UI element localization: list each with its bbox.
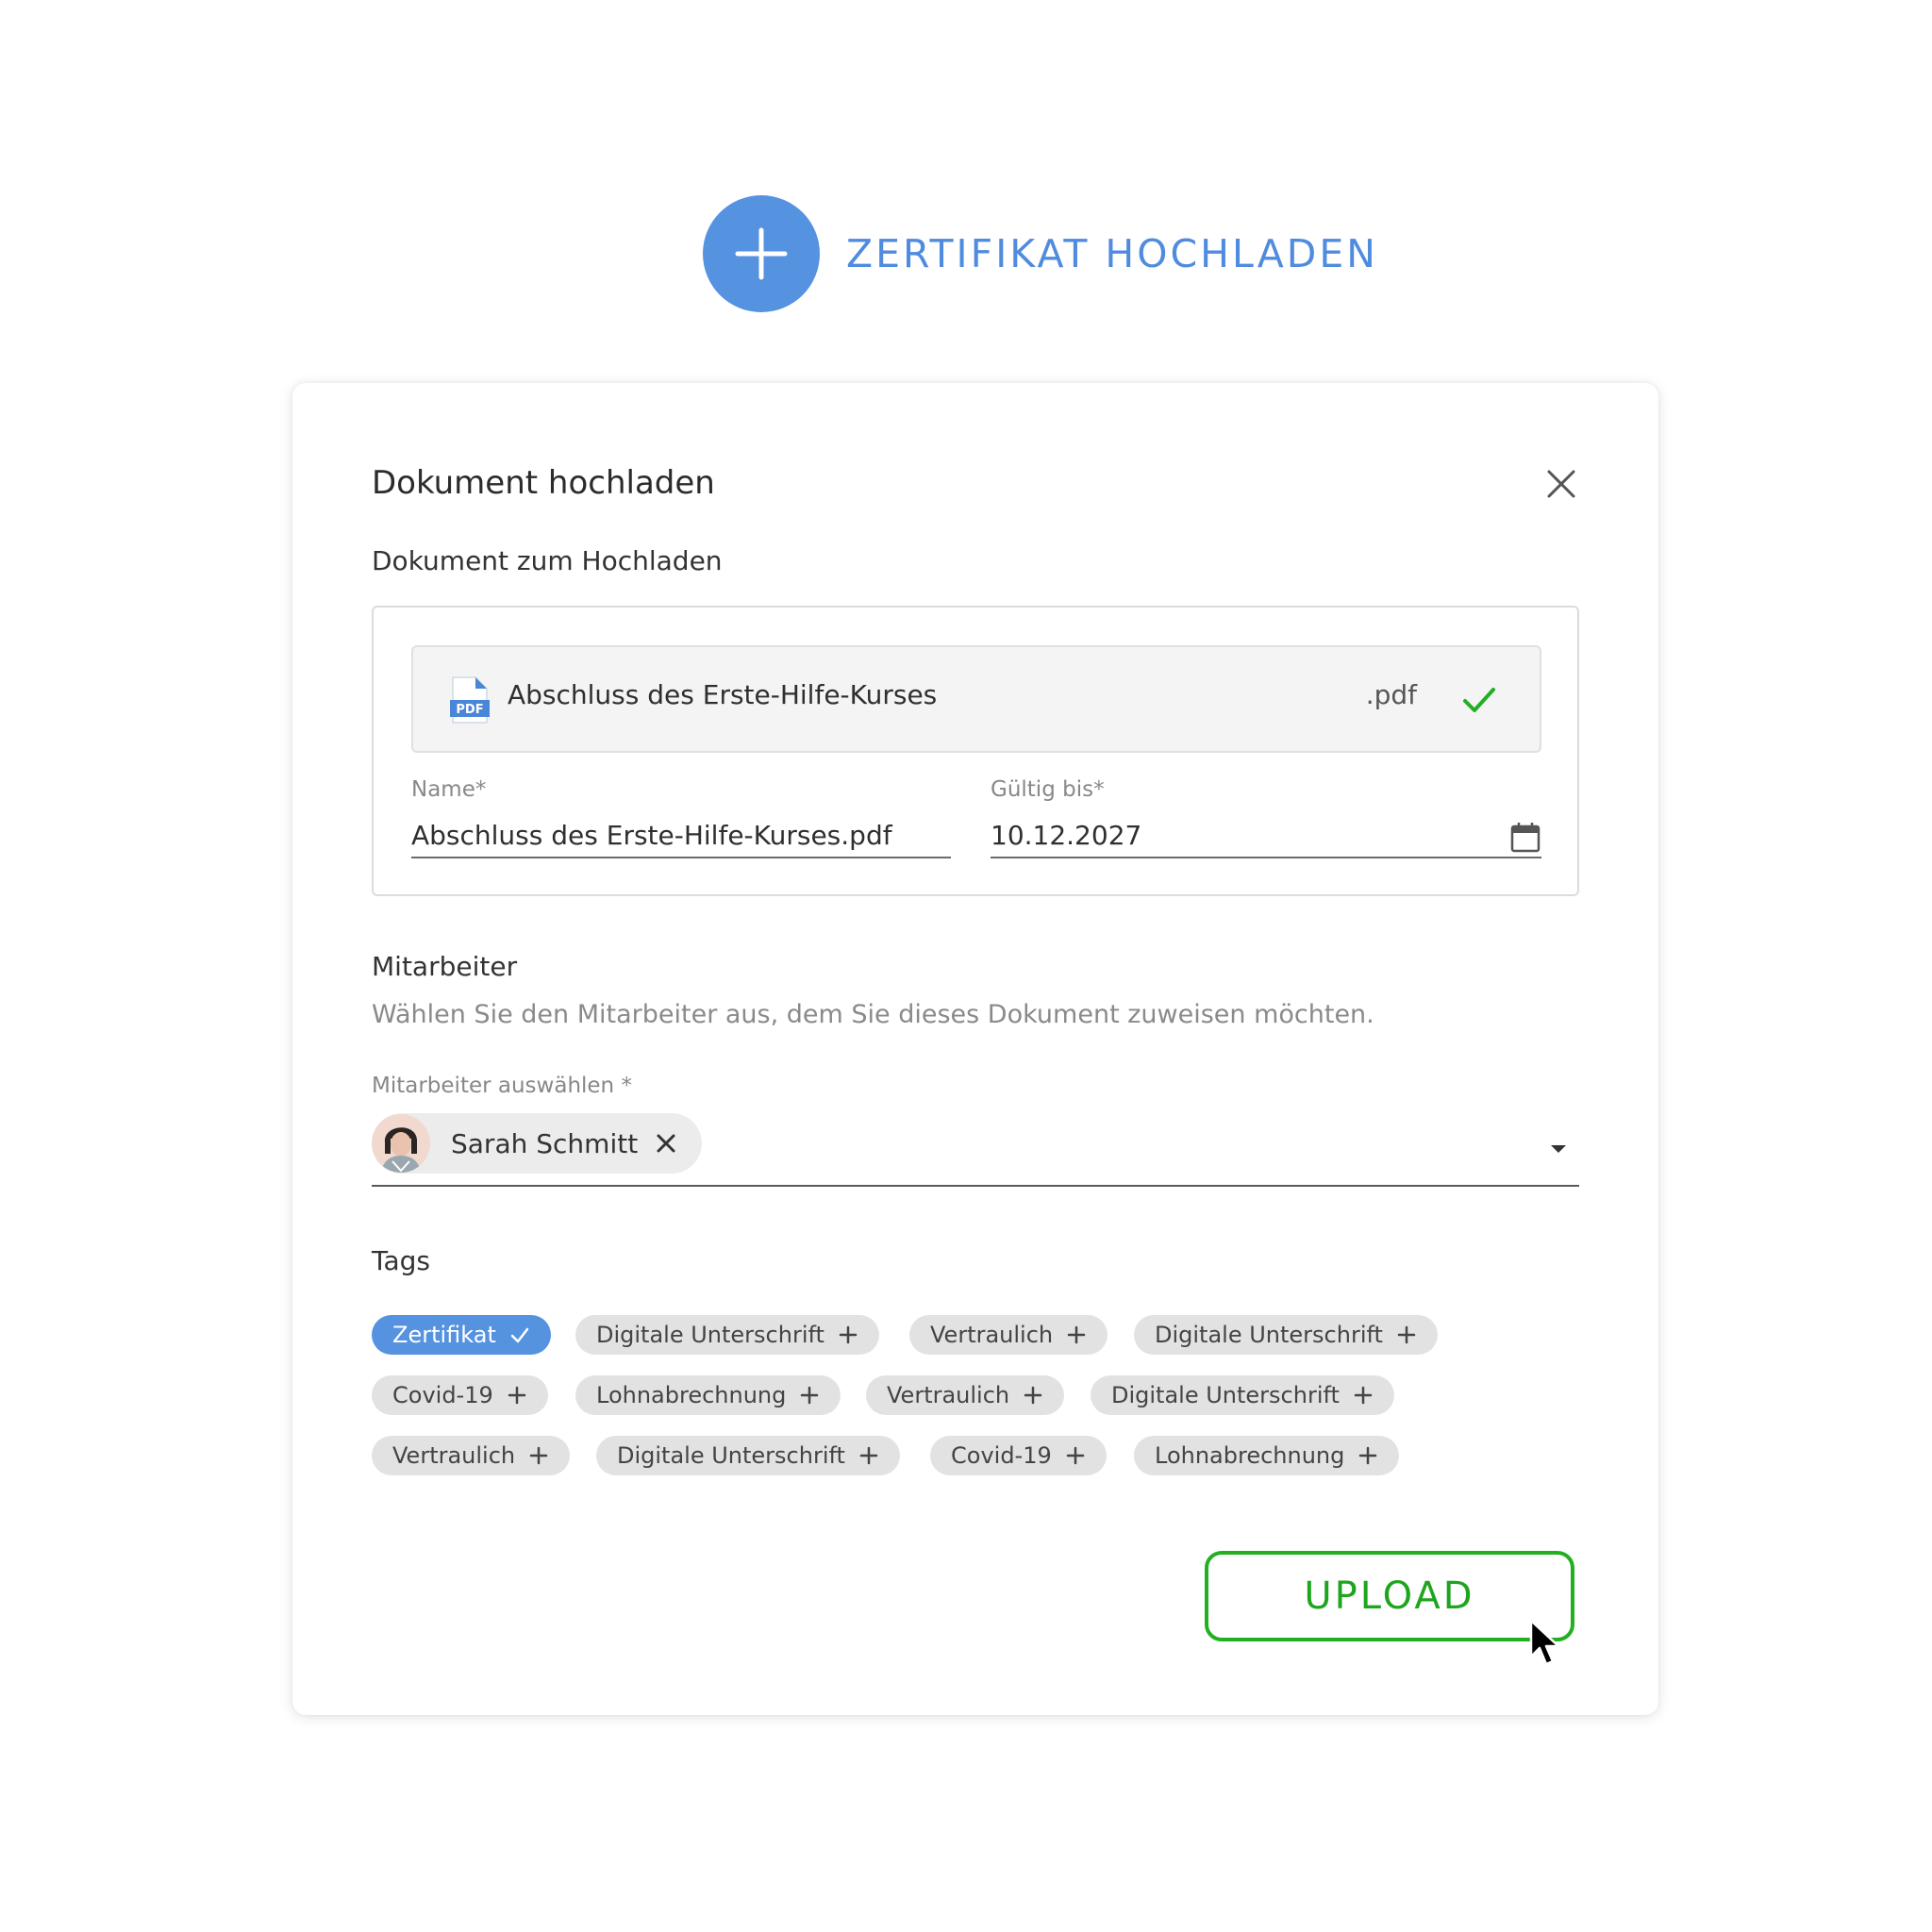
tag-item[interactable]: Digitale Unterschrift xyxy=(1134,1315,1438,1355)
tag-label: Digitale Unterschrift xyxy=(596,1322,824,1348)
plus-icon xyxy=(703,195,820,312)
dialog-title: Dokument hochladen xyxy=(372,464,715,502)
tag-item[interactable]: Digitale Unterschrift xyxy=(1091,1375,1394,1415)
valid-until-field: Gültig bis* xyxy=(991,777,1541,862)
valid-until-label: Gültig bis* xyxy=(991,777,1105,802)
upload-certificate-button[interactable]: ZERTIFIKAT HOCHLADEN xyxy=(703,195,1378,312)
file-name: Abschluss des Erste-Hilfe-Kurses xyxy=(508,679,938,710)
tag-item[interactable]: Covid-19 xyxy=(372,1375,548,1415)
plus-icon xyxy=(1067,1325,1086,1344)
tag-label: Lohnabrechnung xyxy=(596,1382,787,1408)
tag-label: Vertraulich xyxy=(887,1382,1010,1408)
tag-label: Covid-19 xyxy=(951,1442,1052,1469)
file-extension: .pdf xyxy=(1365,679,1417,710)
tag-item[interactable]: Vertraulich xyxy=(372,1436,571,1475)
employee-chip: Sarah Schmitt xyxy=(372,1113,703,1174)
tag-item[interactable]: Vertraulich xyxy=(866,1375,1065,1415)
plus-icon xyxy=(1359,1446,1377,1465)
uploaded-file-row: PDF Abschluss des Erste-Hilfe-Kurses .pd… xyxy=(411,645,1541,753)
upload-document-dialog: Dokument hochladen Dokument zum Hochlade… xyxy=(292,383,1658,1715)
tag-label: Digitale Unterschrift xyxy=(617,1442,845,1469)
employee-helper-text: Wählen Sie den Mitarbeiter aus, dem Sie … xyxy=(372,1000,1374,1029)
close-icon[interactable] xyxy=(1543,466,1579,502)
pdf-file-icon: PDF xyxy=(449,675,491,724)
tag-item[interactable]: Digitale Unterschrift xyxy=(596,1436,900,1475)
plus-icon xyxy=(529,1446,548,1465)
plus-icon xyxy=(1066,1446,1084,1465)
mouse-cursor-icon xyxy=(1528,1619,1566,1672)
tag-label: Digitale Unterschrift xyxy=(1155,1322,1383,1348)
tag-item[interactable]: Covid-19 xyxy=(930,1436,1107,1475)
tag-item[interactable]: Lohnabrechnung xyxy=(575,1375,841,1415)
tag-item[interactable]: Lohnabrechnung xyxy=(1134,1436,1400,1475)
tag-item[interactable]: Digitale Unterschrift xyxy=(575,1315,879,1355)
tag-label: Lohnabrechnung xyxy=(1155,1442,1345,1469)
name-field-label: Name* xyxy=(411,777,487,802)
valid-until-input[interactable] xyxy=(991,813,1541,858)
pdf-icon-text: PDF xyxy=(456,703,483,717)
document-upload-box: PDF Abschluss des Erste-Hilfe-Kurses .pd… xyxy=(372,606,1579,896)
plus-icon xyxy=(859,1446,878,1465)
tag-item[interactable]: Vertraulich xyxy=(909,1315,1108,1355)
plus-icon xyxy=(508,1386,525,1405)
check-icon xyxy=(510,1327,529,1343)
calendar-icon[interactable] xyxy=(1509,821,1541,853)
document-section-label: Dokument zum Hochladen xyxy=(372,545,723,576)
upload-certificate-label: ZERTIFIKAT HOCHLADEN xyxy=(846,231,1378,276)
plus-icon xyxy=(801,1386,819,1405)
plus-icon xyxy=(1024,1386,1042,1405)
chevron-down-icon[interactable] xyxy=(1551,1145,1566,1153)
name-field: Name* xyxy=(411,777,951,862)
avatar xyxy=(372,1114,430,1173)
upload-button[interactable]: UPLOAD xyxy=(1205,1551,1574,1641)
plus-icon xyxy=(1397,1325,1416,1344)
employee-select[interactable]: Sarah Schmitt xyxy=(372,1108,1579,1187)
employee-section-label: Mitarbeiter xyxy=(372,951,518,982)
plus-icon xyxy=(1354,1386,1373,1405)
tags-section-label: Tags xyxy=(372,1245,430,1276)
tag-label: Covid-19 xyxy=(392,1382,493,1408)
check-icon xyxy=(1460,681,1498,719)
tag-label: Vertraulich xyxy=(930,1322,1054,1348)
tag-label: Digitale Unterschrift xyxy=(1111,1382,1340,1408)
tag-label: Vertraulich xyxy=(392,1442,516,1469)
plus-icon xyxy=(839,1325,858,1344)
tag-item[interactable]: Zertifikat xyxy=(372,1315,551,1355)
employee-chip-label: Sarah Schmitt xyxy=(451,1127,639,1159)
name-input[interactable] xyxy=(411,813,951,858)
remove-employee-icon[interactable] xyxy=(655,1132,677,1155)
employee-select-label: Mitarbeiter auswählen * xyxy=(372,1074,632,1098)
tag-label: Zertifikat xyxy=(392,1322,496,1348)
